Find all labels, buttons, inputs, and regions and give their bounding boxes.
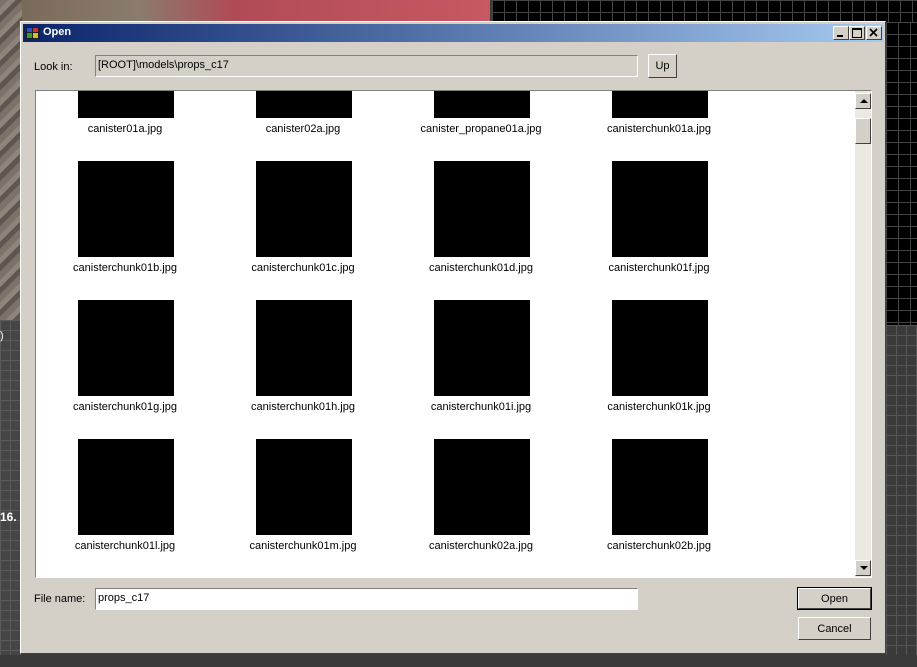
- scroll-down-button[interactable]: [855, 560, 871, 576]
- file-item[interactable]: canister02a.jpg: [214, 91, 392, 161]
- file-name-label: File name:: [34, 593, 86, 605]
- thumbnail: [256, 91, 352, 118]
- scroll-thumb[interactable]: [855, 118, 871, 144]
- file-name: canisterchunk01b.jpg: [73, 262, 177, 274]
- file-name: canister02a.jpg: [265, 123, 341, 135]
- thumbnail: [78, 439, 174, 535]
- file-item[interactable]: canisterchunk01d.jpg: [392, 161, 570, 300]
- file-item[interactable]: canisterchunk01l.jpg: [36, 439, 214, 577]
- background-bottom: [0, 655, 917, 667]
- thumbnail: [612, 91, 708, 118]
- thumbnail: [78, 91, 174, 118]
- thumbnail: [256, 300, 352, 396]
- thumbnail: [612, 161, 708, 257]
- background-viewport-top: [22, 0, 490, 22]
- open-button[interactable]: Open: [797, 587, 872, 610]
- app-icon: [26, 27, 40, 39]
- file-name: canisterchunk01a.jpg: [607, 123, 711, 135]
- open-dialog: Open Look in: [ROOT]\models\props_c17 Up…: [20, 21, 886, 654]
- file-item[interactable]: canisterchunk01i.jpg: [392, 300, 570, 439]
- up-button[interactable]: Up: [648, 54, 677, 78]
- scroll-down-icon: [860, 566, 868, 570]
- thumbnail: [612, 300, 708, 396]
- thumbnail: [434, 300, 530, 396]
- file-name: canisterchunk01i.jpg: [430, 401, 532, 413]
- file-list[interactable]: canister01a.jpg canister02a.jpg canister…: [35, 90, 872, 578]
- file-name-input[interactable]: props_c17: [95, 588, 638, 610]
- file-name: canisterchunk01f.jpg: [608, 262, 710, 274]
- title-bar[interactable]: Open: [23, 24, 883, 42]
- thumbnail: [434, 161, 530, 257]
- background-paren: ): [0, 330, 4, 342]
- look-in-field[interactable]: [ROOT]\models\props_c17: [95, 55, 638, 77]
- file-name: canister_propane01a.jpg: [420, 123, 542, 135]
- cancel-button[interactable]: Cancel: [798, 617, 871, 640]
- file-name: canisterchunk02b.jpg: [607, 540, 711, 552]
- thumbnail: [434, 439, 530, 535]
- file-item[interactable]: canister_propane01a.jpg: [392, 91, 570, 161]
- look-in-label: Look in:: [34, 61, 73, 73]
- minimize-button[interactable]: [833, 26, 849, 40]
- file-item[interactable]: canisterchunk01h.jpg: [214, 300, 392, 439]
- file-name: canisterchunk01g.jpg: [73, 401, 177, 413]
- thumbnail: [256, 161, 352, 257]
- dialog-title: Open: [43, 26, 72, 38]
- background-texture: [0, 0, 22, 320]
- file-item[interactable]: canister01a.jpg: [36, 91, 214, 161]
- maximize-button[interactable]: [849, 26, 865, 40]
- file-name: canister01a.jpg: [87, 123, 163, 135]
- file-item[interactable]: canisterchunk02a.jpg: [392, 439, 570, 577]
- file-item[interactable]: canisterchunk01m.jpg: [214, 439, 392, 577]
- thumbnail: [78, 300, 174, 396]
- file-name: canisterchunk01d.jpg: [429, 262, 533, 274]
- file-name: canisterchunk02a.jpg: [429, 540, 533, 552]
- thumbnail: [256, 439, 352, 535]
- file-item[interactable]: canisterchunk01k.jpg: [570, 300, 748, 439]
- thumbnail: [78, 161, 174, 257]
- scroll-up-button[interactable]: [855, 93, 871, 109]
- file-item[interactable]: canisterchunk01f.jpg: [570, 161, 748, 300]
- file-name: canisterchunk01m.jpg: [249, 540, 357, 552]
- file-item[interactable]: canisterchunk01c.jpg: [214, 161, 392, 300]
- file-item[interactable]: canisterchunk01a.jpg: [570, 91, 748, 161]
- vertical-scrollbar[interactable]: [855, 91, 871, 577]
- file-name: canisterchunk01h.jpg: [251, 401, 355, 413]
- close-button[interactable]: [866, 26, 882, 40]
- close-icon: [869, 28, 878, 37]
- background-grid-left: [0, 320, 22, 667]
- file-name: canisterchunk01c.jpg: [251, 262, 355, 274]
- file-item[interactable]: canisterchunk01g.jpg: [36, 300, 214, 439]
- background-number: 16.: [0, 510, 17, 524]
- background-grid-right-lower: [886, 325, 917, 667]
- file-name: canisterchunk01l.jpg: [74, 540, 176, 552]
- file-item[interactable]: canisterchunk02b.jpg: [570, 439, 748, 577]
- background-grid-top: [492, 0, 917, 22]
- file-name: canisterchunk01k.jpg: [607, 401, 711, 413]
- maximize-icon: [852, 28, 862, 38]
- thumbnail: [612, 439, 708, 535]
- scroll-up-icon: [860, 99, 868, 103]
- thumbnail: [434, 91, 530, 118]
- file-item[interactable]: canisterchunk01b.jpg: [36, 161, 214, 300]
- minimize-icon: [837, 35, 843, 37]
